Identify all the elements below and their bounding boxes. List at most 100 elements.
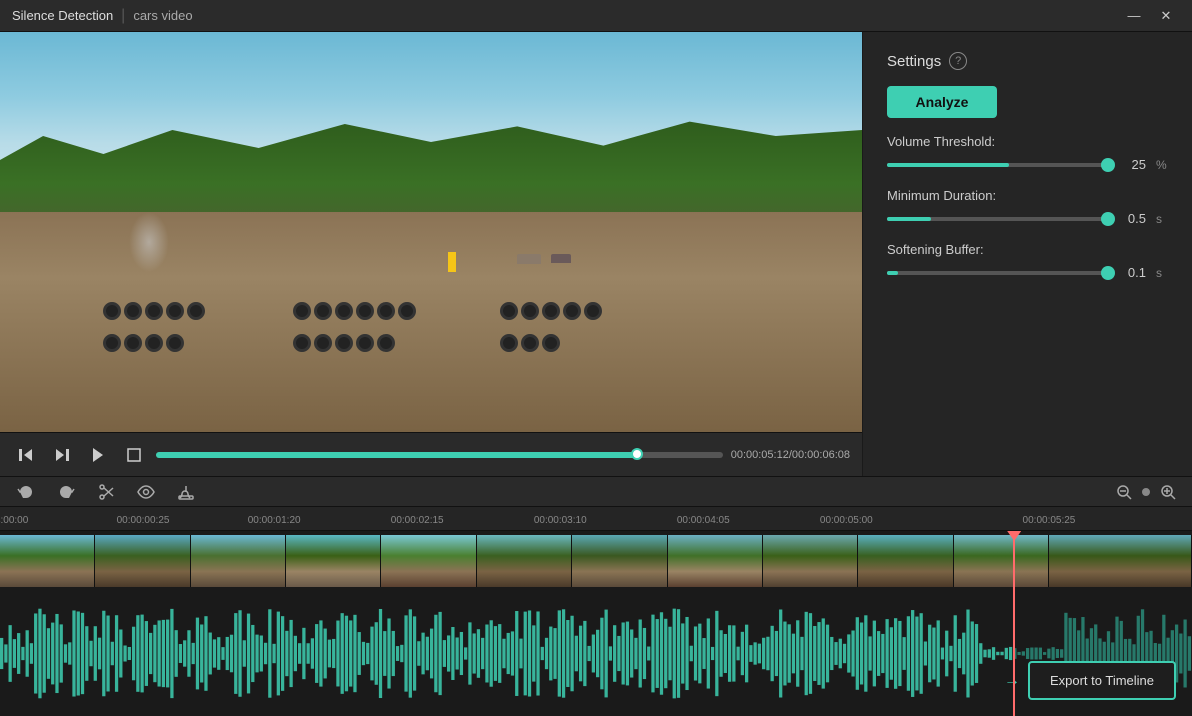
ruler-mark-5: 00:00:04:05 (677, 515, 730, 526)
tire (314, 302, 332, 320)
smoke-effect (129, 212, 169, 272)
volume-threshold-slider-row: 25 % (887, 157, 1168, 172)
tire (542, 334, 560, 352)
volume-threshold-unit: % (1156, 158, 1168, 172)
clip-segment (0, 535, 95, 587)
title-bar: Silence Detection | cars video — ✕ (0, 0, 1192, 32)
tire-row-2 (103, 334, 184, 352)
volume-threshold-slider[interactable] (887, 163, 1108, 167)
progress-handle[interactable] (631, 448, 643, 460)
softening-buffer-fill (887, 271, 898, 275)
export-button-container: → Export to Timeline (1004, 661, 1176, 700)
step-back-button[interactable] (12, 441, 40, 469)
clip-segment (286, 535, 381, 587)
minimum-duration-label: Minimum Duration: (887, 188, 1168, 203)
volume-threshold-value: 25 (1118, 157, 1146, 172)
tire (124, 302, 142, 320)
person-yellow (448, 252, 456, 272)
softening-buffer-label: Softening Buffer: (887, 242, 1168, 257)
step-forward-button[interactable] (48, 441, 76, 469)
video-player (0, 32, 862, 432)
tire-row-4 (293, 334, 395, 352)
export-arrow-icon: → (1004, 672, 1020, 690)
tire (521, 302, 539, 320)
volume-threshold-fill (887, 163, 1009, 167)
eye-button[interactable] (132, 478, 160, 506)
clip-segment (763, 535, 858, 587)
tire (103, 302, 121, 320)
title-bar-left: Silence Detection | cars video (12, 7, 193, 25)
zoom-controls (1112, 480, 1180, 504)
tire (145, 334, 163, 352)
time-display: 00:00:05:12/00:00:06:08 (731, 449, 850, 461)
softening-buffer-slider-row: 0.1 s (887, 265, 1168, 280)
minimum-duration-handle[interactable] (1101, 212, 1115, 226)
tire (584, 302, 602, 320)
title-separator: | (121, 7, 125, 25)
tire (187, 302, 205, 320)
clip-segment (381, 535, 476, 587)
settings-header: Settings ? (887, 52, 1168, 70)
tire-row-3 (293, 302, 416, 320)
zoom-out-button[interactable] (1112, 480, 1136, 504)
clip-segment (477, 535, 572, 587)
car (517, 254, 541, 264)
tire (377, 334, 395, 352)
close-button[interactable]: ✕ (1152, 5, 1180, 27)
minimum-duration-fill (887, 217, 931, 221)
zoom-in-button[interactable] (1156, 480, 1180, 504)
cut-button[interactable] (92, 478, 120, 506)
ruler-mark-1: 00:00:00:25 (117, 515, 170, 526)
ruler-mark-0: s:00:00 (0, 515, 28, 526)
clip-segment (668, 535, 763, 587)
app-title: Silence Detection (12, 8, 113, 23)
crop-button[interactable] (120, 441, 148, 469)
main-content: 00:00:05:12/00:00:06:08 Settings ? Analy… (0, 32, 1192, 476)
window-title: cars video (133, 8, 192, 23)
info-icon[interactable]: ? (949, 52, 967, 70)
tire (145, 302, 163, 320)
progress-bar[interactable] (156, 452, 723, 458)
tire (563, 302, 581, 320)
clip-area (0, 531, 1192, 591)
tire (377, 302, 395, 320)
settings-panel: Settings ? Analyze Volume Threshold: 25 … (862, 32, 1192, 476)
export-to-timeline-button[interactable]: Export to Timeline (1028, 661, 1176, 700)
tire (166, 334, 184, 352)
softening-buffer-slider[interactable] (887, 271, 1108, 275)
time-ruler: s:00:00 00:00:00:25 00:00:01:20 00:00:02… (0, 507, 1192, 531)
tire (335, 334, 353, 352)
redo-button[interactable] (52, 478, 80, 506)
tire (293, 302, 311, 320)
softening-buffer-handle[interactable] (1101, 266, 1115, 280)
analyze-button[interactable]: Analyze (887, 86, 997, 118)
tire (398, 302, 416, 320)
clip-segment (95, 535, 190, 587)
tire (542, 302, 560, 320)
timeline-section: s:00:00 00:00:00:25 00:00:01:20 00:00:02… (0, 476, 1192, 716)
volume-threshold-label: Volume Threshold: (887, 134, 1168, 149)
volume-threshold-handle[interactable] (1101, 158, 1115, 172)
ruler-mark-7: 00:00:05:25 (1023, 515, 1076, 526)
ruler-mark-6: 00:00:05:00 (820, 515, 873, 526)
tire (335, 302, 353, 320)
timeline-toolbar (0, 477, 1192, 507)
clip-segment (954, 535, 1049, 587)
car (551, 254, 571, 263)
minimize-button[interactable]: — (1120, 5, 1148, 27)
brush-button[interactable] (172, 478, 200, 506)
play-button[interactable] (84, 441, 112, 469)
tire (314, 334, 332, 352)
clip-segment (858, 535, 953, 587)
softening-buffer-value: 0.1 (1118, 265, 1146, 280)
softening-buffer-unit: s (1156, 266, 1168, 280)
waveform-playhead (1013, 591, 1015, 716)
progress-fill (156, 452, 638, 458)
clip-playhead (1013, 531, 1015, 591)
tire-row-6 (500, 334, 560, 352)
tire (293, 334, 311, 352)
video-scene (0, 32, 862, 432)
minimum-duration-slider[interactable] (887, 217, 1108, 221)
cars-background (517, 254, 571, 264)
undo-button[interactable] (12, 478, 40, 506)
